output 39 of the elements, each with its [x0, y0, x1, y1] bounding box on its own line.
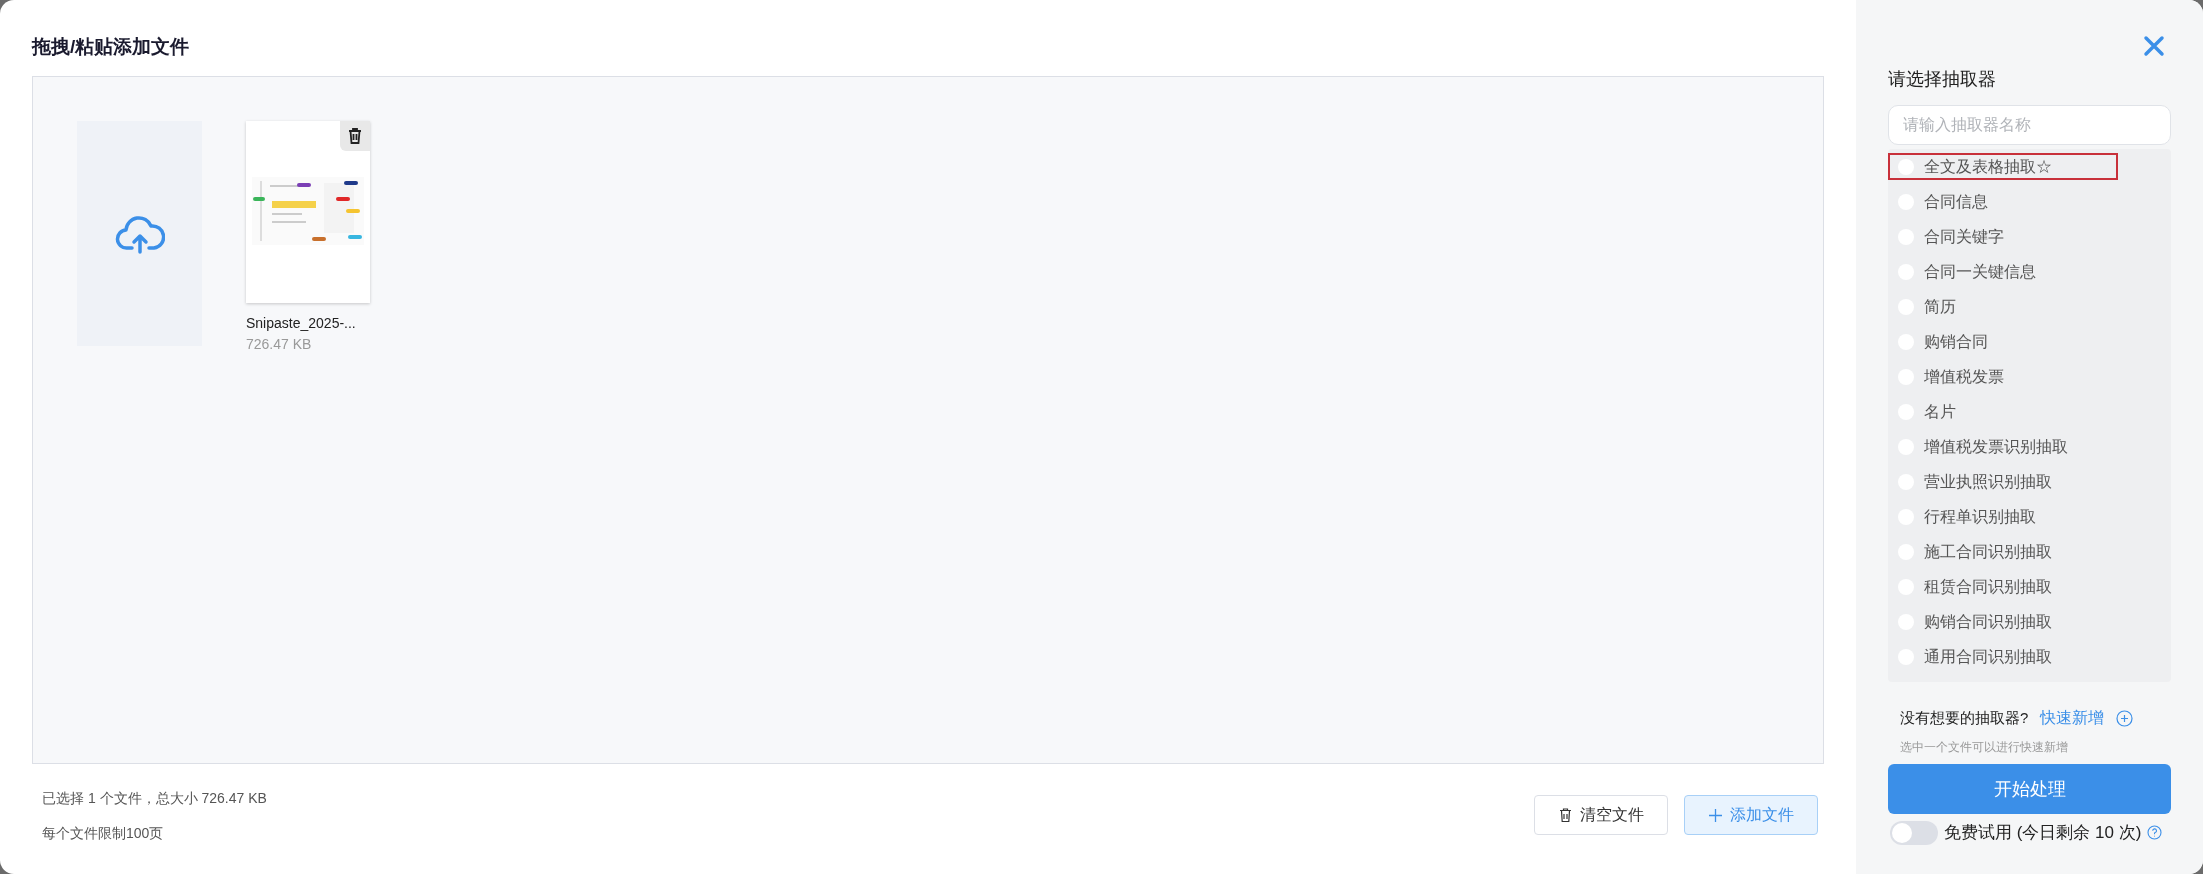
free-trial-toggle[interactable]: [1890, 820, 1938, 845]
quick-add-hint: 选中一个文件可以进行快速新增: [1899, 739, 2069, 756]
extractor-option[interactable]: 租赁合同识别抽取: [1888, 569, 2171, 604]
file-thumbnail[interactable]: [246, 121, 370, 303]
upload-tile[interactable]: [77, 121, 202, 346]
help-icon[interactable]: [2147, 825, 2163, 841]
extractor-option[interactable]: 合同一关键信息: [1888, 254, 2171, 289]
extractor-option[interactable]: 购销合同识别抽取: [1888, 604, 2171, 639]
plus-icon: [1708, 808, 1722, 822]
extractor-option[interactable]: 施工合同识别抽取: [1888, 534, 2171, 569]
panel-title: 请选择抽取器: [1888, 68, 1997, 91]
free-trial-label: 免费试用 (今日剩余 10 次): [1944, 822, 2142, 844]
clear-files-button[interactable]: 清空文件: [1534, 795, 1668, 835]
extractor-option[interactable]: 行程单识别抽取: [1888, 499, 2171, 534]
extractor-option[interactable]: 合同信息: [1888, 184, 2171, 219]
extractor-option[interactable]: 营业执照识别抽取: [1888, 464, 2171, 499]
trash-icon: [348, 128, 362, 144]
plus-circle-icon[interactable]: [2116, 709, 2134, 727]
extractor-option[interactable]: 购销合同: [1888, 324, 2171, 359]
extractor-option[interactable]: 简历: [1888, 289, 2171, 324]
close-button[interactable]: [2143, 34, 2167, 58]
extractor-option[interactable]: 增值税发票识别抽取: [1888, 429, 2171, 464]
trash-icon: [1558, 808, 1572, 822]
extractor-option[interactable]: 合同关键字: [1888, 219, 2171, 254]
extractor-option[interactable]: 通用合同识别抽取: [1888, 639, 2171, 674]
extractor-option[interactable]: 增值税发票: [1888, 359, 2171, 394]
selection-summary: 已选择 1 个文件，总大小 726.47 KB: [42, 789, 267, 808]
page-limit-note: 每个文件限制100页: [42, 824, 165, 843]
drop-area[interactable]: Snipaste_2025-... 726.47 KB: [32, 76, 1824, 764]
missing-prompt: 没有想要的抽取器?: [1900, 707, 2029, 728]
file-size: 726.47 KB: [246, 335, 313, 354]
search-field[interactable]: 请输入抽取器名称: [1888, 105, 2171, 145]
delete-file-button[interactable]: [340, 121, 370, 151]
extractor-option[interactable]: 全文及表格抽取☆: [1888, 153, 2118, 180]
cloud-upload-icon: [114, 213, 165, 254]
extractor-option[interactable]: 名片: [1888, 394, 2171, 429]
dialog-title: 拖拽/粘贴添加文件: [32, 35, 191, 59]
file-name: Snipaste_2025-...: [246, 314, 357, 333]
close-icon: [2143, 35, 2165, 57]
